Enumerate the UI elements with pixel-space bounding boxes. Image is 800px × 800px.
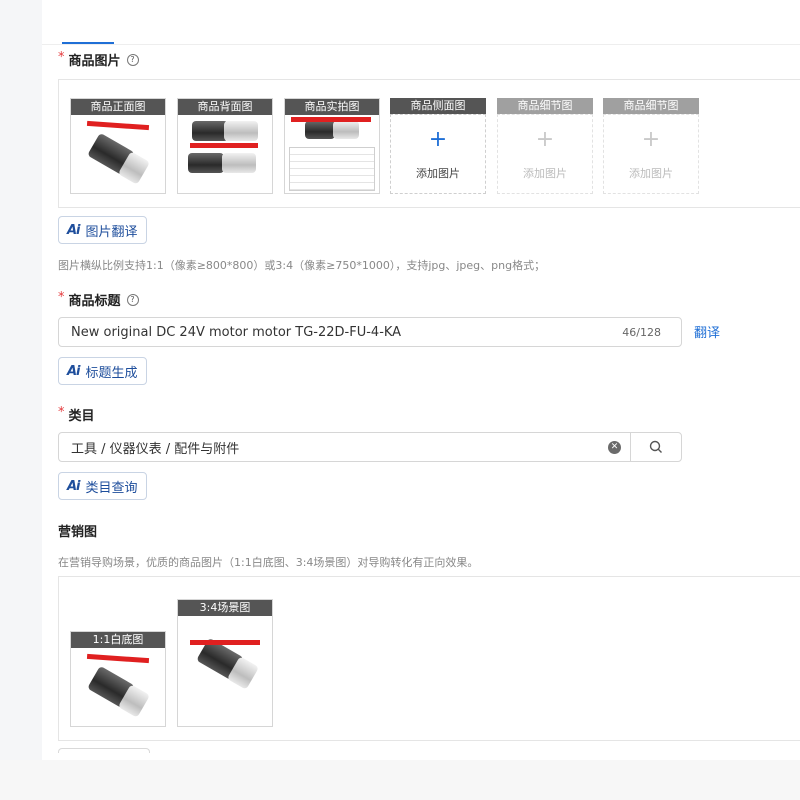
plus-icon: + bbox=[428, 127, 448, 152]
slot-label: 商品细节图 bbox=[497, 98, 593, 114]
image-slot-real-shot[interactable]: 商品实拍图 bbox=[284, 98, 380, 194]
marketing-slot-white-bg[interactable]: 1:1白底图 bbox=[70, 631, 166, 727]
top-divider bbox=[42, 44, 800, 45]
category-input[interactable]: 工具 / 仪器仪表 / 配件与附件 bbox=[58, 432, 631, 462]
page-footer-area bbox=[0, 760, 800, 800]
slot-label: 商品侧面图 bbox=[390, 98, 486, 114]
title-char-count: 46/128 bbox=[622, 325, 661, 339]
ai-icon: Ai bbox=[67, 363, 80, 379]
title-section-label: * 商品标题 ? bbox=[58, 290, 139, 309]
left-sidebar-strip bbox=[0, 0, 42, 800]
product-photo bbox=[71, 648, 165, 726]
images-section-label: * 商品图片 ? bbox=[58, 50, 139, 69]
marketing-slot-scene[interactable]: 3:4场景图 bbox=[177, 599, 273, 727]
question-circle-icon[interactable]: ? bbox=[126, 53, 139, 66]
product-photo bbox=[285, 115, 379, 193]
category-section-label: * 类目 bbox=[58, 405, 95, 424]
image-slot-detail-add-2[interactable]: + 添加图片 bbox=[603, 114, 699, 194]
slot-label: 商品背面图 bbox=[178, 99, 272, 115]
image-slot-detail-add[interactable]: + 添加图片 bbox=[497, 114, 593, 194]
ai-icon: Ai bbox=[67, 222, 80, 238]
product-photo bbox=[178, 115, 272, 193]
images-section-title: 商品图片 bbox=[68, 54, 121, 69]
ai-icon: Ai bbox=[67, 478, 80, 494]
slot-label: 1:1白底图 bbox=[71, 632, 165, 648]
next-button-edge bbox=[58, 748, 150, 753]
marketing-images-container bbox=[58, 576, 800, 741]
question-circle-icon[interactable]: ? bbox=[126, 293, 139, 306]
image-translate-label: 图片翻译 bbox=[85, 224, 138, 240]
category-query-button[interactable]: Ai 类目查询 bbox=[58, 472, 147, 500]
search-icon bbox=[649, 440, 662, 453]
image-slot-side-add[interactable]: + 添加图片 bbox=[390, 114, 486, 194]
required-mark: * bbox=[58, 290, 65, 305]
product-photo bbox=[71, 115, 165, 193]
marketing-hint: 在营销导购场景，优质的商品图片（1:1白底图、3:4场景图）对导购转化有正向效果… bbox=[58, 556, 479, 569]
marketing-section-title: 营销图 bbox=[58, 525, 98, 540]
category-value: 工具 / 仪器仪表 / 配件与附件 bbox=[71, 441, 240, 457]
title-generate-label: 标题生成 bbox=[85, 365, 138, 381]
slot-label: 3:4场景图 bbox=[178, 600, 272, 616]
image-slot-front[interactable]: 商品正面图 bbox=[70, 98, 166, 194]
image-translate-button[interactable]: Ai 图片翻译 bbox=[58, 216, 147, 244]
category-section-title: 类目 bbox=[68, 409, 95, 424]
title-translate-link[interactable]: 翻译 bbox=[694, 322, 720, 341]
add-image-label: 添加图片 bbox=[523, 167, 567, 180]
slot-label: 商品实拍图 bbox=[285, 99, 379, 115]
plus-icon: + bbox=[641, 127, 661, 152]
plus-icon: + bbox=[535, 127, 555, 152]
title-section-title: 商品标题 bbox=[68, 294, 121, 309]
add-image-label: 添加图片 bbox=[416, 167, 460, 180]
product-title-value: New original DC 24V motor motor TG-22D-F… bbox=[71, 324, 402, 340]
title-generate-button[interactable]: Ai 标题生成 bbox=[58, 357, 147, 385]
image-slot-back[interactable]: 商品背面图 bbox=[177, 98, 273, 194]
required-mark: * bbox=[58, 405, 65, 420]
clear-circle-icon[interactable]: ✕ bbox=[608, 441, 621, 454]
image-format-hint: 图片横纵比例支持1:1（像素≥800*800）或3:4（像素≥750*1000）… bbox=[58, 259, 546, 272]
required-mark: * bbox=[58, 50, 65, 65]
slot-label: 商品正面图 bbox=[71, 99, 165, 115]
slot-label: 商品细节图 bbox=[603, 98, 699, 114]
product-photo bbox=[178, 616, 272, 726]
add-image-label: 添加图片 bbox=[629, 167, 673, 180]
category-query-label: 类目查询 bbox=[85, 480, 138, 496]
product-title-input[interactable]: New original DC 24V motor motor TG-22D-F… bbox=[58, 317, 682, 347]
category-search-button[interactable] bbox=[630, 432, 682, 462]
marketing-section-label: 营销图 bbox=[58, 521, 97, 540]
